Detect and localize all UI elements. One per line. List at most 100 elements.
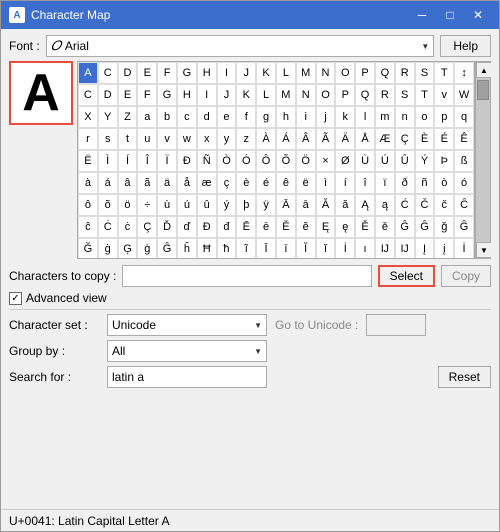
char-cell[interactable]: l bbox=[355, 106, 375, 128]
goto-unicode-input[interactable] bbox=[366, 314, 426, 336]
select-button[interactable]: Select bbox=[378, 265, 435, 287]
char-cell[interactable]: Ĭ bbox=[296, 238, 316, 259]
char-cell[interactable]: í bbox=[335, 172, 355, 194]
char-cell[interactable]: ę bbox=[335, 216, 355, 238]
search-input[interactable] bbox=[107, 366, 267, 388]
char-cell[interactable]: Ê bbox=[454, 128, 474, 150]
char-cell[interactable]: O bbox=[335, 62, 355, 84]
char-cell[interactable]: T bbox=[434, 62, 454, 84]
char-cell[interactable]: ù bbox=[157, 194, 177, 216]
char-cell[interactable]: L bbox=[276, 62, 296, 84]
char-cell[interactable]: Å bbox=[355, 128, 375, 150]
minimize-button[interactable]: ─ bbox=[409, 5, 435, 25]
char-cell[interactable]: É bbox=[434, 128, 454, 150]
char-cell[interactable]: N bbox=[296, 84, 316, 106]
copy-button[interactable]: Copy bbox=[441, 265, 491, 287]
char-cell[interactable]: ã bbox=[137, 172, 157, 194]
char-cell[interactable]: û bbox=[197, 194, 217, 216]
char-cell[interactable]: R bbox=[395, 62, 415, 84]
char-cell[interactable]: Ć bbox=[395, 194, 415, 216]
char-cell[interactable]: k bbox=[335, 106, 355, 128]
char-cell[interactable]: G bbox=[177, 62, 197, 84]
char-cell[interactable]: ģ bbox=[137, 238, 157, 259]
char-cell[interactable]: Ĝ bbox=[157, 238, 177, 259]
char-cell[interactable]: f bbox=[236, 106, 256, 128]
char-cell[interactable]: Ī bbox=[256, 238, 276, 259]
char-cell[interactable]: Ô bbox=[256, 150, 276, 172]
char-cell[interactable]: Û bbox=[395, 150, 415, 172]
char-cell[interactable]: ß bbox=[454, 150, 474, 172]
char-cell[interactable]: â bbox=[118, 172, 138, 194]
char-cell[interactable]: S bbox=[415, 62, 435, 84]
char-cell[interactable]: v bbox=[434, 84, 454, 106]
char-cell[interactable]: X bbox=[78, 106, 98, 128]
char-cell[interactable]: o bbox=[415, 106, 435, 128]
char-cell[interactable]: Ċ bbox=[98, 216, 118, 238]
char-cell[interactable]: ç bbox=[217, 172, 237, 194]
char-cell[interactable]: Ç bbox=[137, 216, 157, 238]
char-cell[interactable]: I bbox=[217, 62, 237, 84]
char-cell[interactable]: ý bbox=[217, 194, 237, 216]
char-cell[interactable]: q bbox=[454, 106, 474, 128]
char-cell[interactable]: m bbox=[375, 106, 395, 128]
char-cell[interactable]: v bbox=[157, 128, 177, 150]
char-cell[interactable]: E bbox=[137, 62, 157, 84]
char-cell[interactable]: M bbox=[276, 84, 296, 106]
char-cell[interactable]: é bbox=[256, 172, 276, 194]
char-cell[interactable]: ê bbox=[276, 172, 296, 194]
char-cell[interactable]: H bbox=[177, 84, 197, 106]
char-cell[interactable]: Ĝ bbox=[454, 216, 474, 238]
char-cell[interactable]: ì bbox=[316, 172, 336, 194]
char-cell[interactable]: C bbox=[78, 84, 98, 106]
char-cell[interactable]: ï bbox=[375, 172, 395, 194]
char-cell[interactable]: E bbox=[118, 84, 138, 106]
char-cell[interactable]: D bbox=[118, 62, 138, 84]
char-cell[interactable]: W bbox=[454, 84, 474, 106]
char-cell[interactable]: p bbox=[434, 106, 454, 128]
char-cell[interactable]: Ă bbox=[316, 194, 336, 216]
char-cell[interactable]: j bbox=[316, 106, 336, 128]
char-cell[interactable]: ē bbox=[256, 216, 276, 238]
char-cell[interactable]: L bbox=[256, 84, 276, 106]
reset-button[interactable]: Reset bbox=[438, 366, 491, 388]
char-cell[interactable]: S bbox=[395, 84, 415, 106]
char-cell[interactable]: ô bbox=[78, 194, 98, 216]
character-set-dropdown[interactable]: Unicode ▼ bbox=[107, 314, 267, 336]
char-cell[interactable]: Ç bbox=[395, 128, 415, 150]
char-cell[interactable]: ą bbox=[375, 194, 395, 216]
char-cell[interactable]: Đ bbox=[197, 216, 217, 238]
char-cell[interactable]: Â bbox=[296, 128, 316, 150]
char-cell[interactable]: Ē bbox=[236, 216, 256, 238]
char-cell[interactable]: æ bbox=[197, 172, 217, 194]
char-cell[interactable]: H bbox=[197, 62, 217, 84]
char-cell[interactable]: ě bbox=[375, 216, 395, 238]
char-cell[interactable]: J bbox=[217, 84, 237, 106]
char-cell[interactable]: İ bbox=[454, 238, 474, 259]
char-cell[interactable]: Č bbox=[415, 194, 435, 216]
char-cell[interactable]: þ bbox=[236, 194, 256, 216]
char-cell[interactable]: Ģ bbox=[118, 238, 138, 259]
char-cell[interactable]: ó bbox=[454, 172, 474, 194]
char-cell[interactable]: ď bbox=[177, 216, 197, 238]
char-cell[interactable]: P bbox=[355, 62, 375, 84]
char-cell[interactable]: Ę bbox=[316, 216, 336, 238]
char-cell[interactable]: K bbox=[256, 62, 276, 84]
char-cell[interactable]: J bbox=[236, 62, 256, 84]
char-cell[interactable]: è bbox=[236, 172, 256, 194]
char-cell[interactable]: Ĝ bbox=[395, 216, 415, 238]
char-cell[interactable]: ñ bbox=[415, 172, 435, 194]
char-cell[interactable]: Ö bbox=[296, 150, 316, 172]
char-cell[interactable]: Í bbox=[118, 150, 138, 172]
char-cell[interactable]: ÷ bbox=[137, 194, 157, 216]
char-cell[interactable]: Æ bbox=[375, 128, 395, 150]
char-cell[interactable]: r bbox=[78, 128, 98, 150]
char-cell[interactable]: C bbox=[98, 62, 118, 84]
char-cell[interactable]: Ï bbox=[157, 150, 177, 172]
scroll-thumb[interactable] bbox=[477, 80, 489, 100]
char-cell[interactable]: î bbox=[355, 172, 375, 194]
char-cell[interactable]: į bbox=[434, 238, 454, 259]
help-button[interactable]: Help bbox=[440, 35, 491, 57]
char-cell[interactable]: Ĳ bbox=[375, 238, 395, 259]
char-cell[interactable]: Y bbox=[98, 106, 118, 128]
char-cell[interactable]: I bbox=[197, 84, 217, 106]
